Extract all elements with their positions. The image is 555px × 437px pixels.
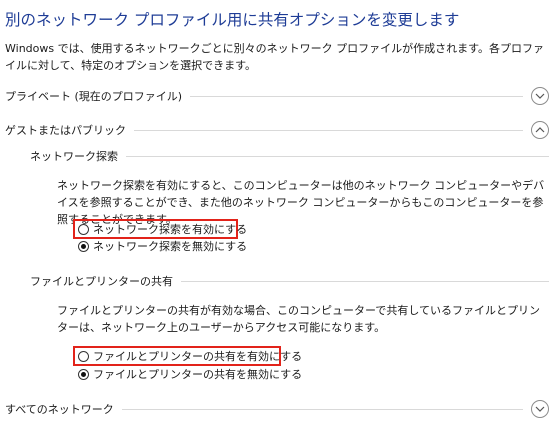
radio-button-selected[interactable] [78,240,89,252]
network-discovery-on-label: ネットワーク探索を有効にする [93,223,248,236]
chevron-down-icon[interactable] [531,400,549,418]
chevron-up-icon[interactable] [531,121,549,139]
file-sharing-heading: ファイルとプリンターの共有 [30,275,173,288]
radio-button[interactable] [78,350,89,362]
network-discovery-off-label: ネットワーク探索を無効にする [93,240,248,253]
section-all-networks-label: すべてのネットワーク [5,403,114,416]
file-sharing-off-option[interactable]: ファイルとプリンターの共有を無効にする [78,366,302,382]
section-all-networks[interactable]: すべてのネットワーク [5,398,549,420]
file-sharing-on-option[interactable]: ファイルとプリンターの共有を有効にする [78,348,302,364]
section-private-label: プライベート (現在のプロファイル) [5,90,183,103]
divider [121,408,523,410]
file-sharing-description: ファイルとプリンターの共有が有効な場合、このコンピューターで共有しているファイル… [57,304,541,334]
divider [181,280,549,282]
page-title: 別のネットワーク プロファイル用に共有オプションを変更します [5,11,460,29]
network-discovery-heading: ネットワーク探索 [30,150,118,163]
divider [126,155,549,157]
radio-button-selected[interactable] [78,368,89,380]
section-guest-public[interactable]: ゲストまたはパブリック [5,119,549,141]
network-discovery-heading-row: ネットワーク探索 [30,147,549,165]
network-discovery-on-option[interactable]: ネットワーク探索を有効にする [78,221,247,237]
file-sharing-off-label: ファイルとプリンターの共有を無効にする [93,368,303,381]
divider [134,129,523,131]
radio-button[interactable] [78,223,89,235]
divider [190,95,523,97]
chevron-down-icon[interactable] [531,87,549,105]
file-sharing-on-label: ファイルとプリンターの共有を有効にする [93,350,303,363]
network-discovery-off-option[interactable]: ネットワーク探索を無効にする [78,238,247,254]
section-private[interactable]: プライベート (現在のプロファイル) [5,85,549,107]
section-guest-public-label: ゲストまたはパブリック [5,124,126,137]
file-sharing-heading-row: ファイルとプリンターの共有 [30,272,549,290]
page-description: Windows では、使用するネットワークごとに別々のネットワーク プロファイル… [5,42,544,72]
